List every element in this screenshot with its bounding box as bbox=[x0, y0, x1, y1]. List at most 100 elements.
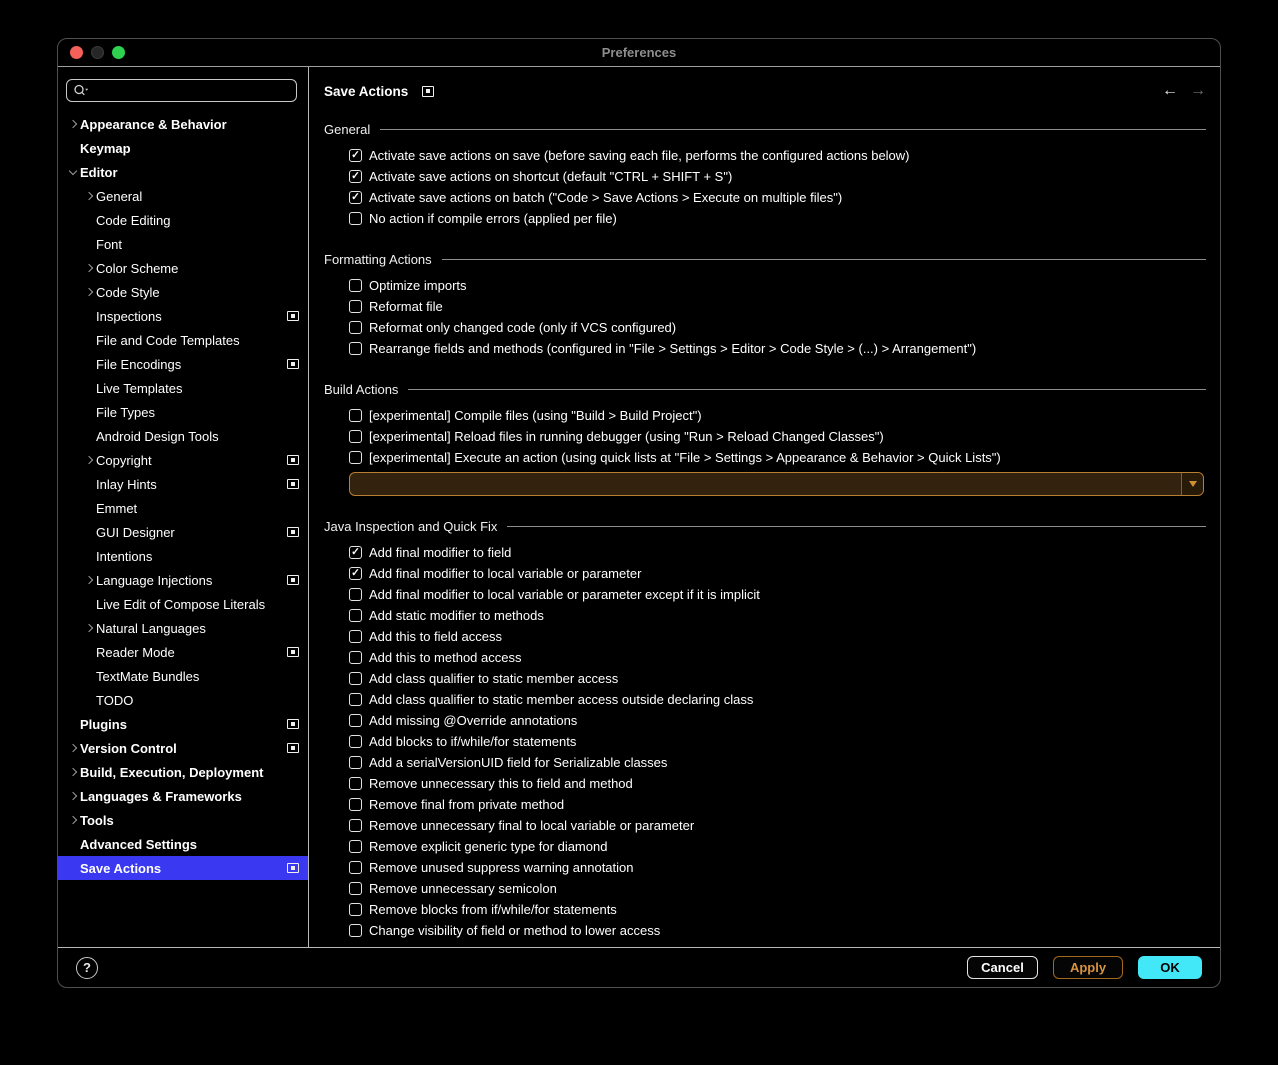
unchecked-checkbox[interactable] bbox=[349, 924, 362, 937]
sidebar-item-reader-mode[interactable]: Reader Mode bbox=[58, 640, 308, 664]
checkbox-label[interactable]: [experimental] Execute an action (using … bbox=[369, 450, 1001, 465]
unchecked-checkbox[interactable] bbox=[349, 451, 362, 464]
checked-checkbox[interactable] bbox=[349, 567, 362, 580]
zoom-window-button[interactable] bbox=[112, 46, 125, 59]
checked-checkbox[interactable] bbox=[349, 191, 362, 204]
chevron-right-icon[interactable] bbox=[85, 192, 93, 200]
unchecked-checkbox[interactable] bbox=[349, 714, 362, 727]
sidebar-item-keymap[interactable]: Keymap bbox=[58, 136, 308, 160]
sidebar-item-textmate-bundles[interactable]: TextMate Bundles bbox=[58, 664, 308, 688]
checkbox-label[interactable]: Activate save actions on batch ("Code > … bbox=[369, 190, 842, 205]
checkbox-label[interactable]: Add class qualifier to static member acc… bbox=[369, 671, 618, 686]
chevron-right-icon[interactable] bbox=[69, 792, 77, 800]
unchecked-checkbox[interactable] bbox=[349, 651, 362, 664]
sidebar-item-languages-frameworks[interactable]: Languages & Frameworks bbox=[58, 784, 308, 808]
cancel-button[interactable]: Cancel bbox=[967, 956, 1038, 979]
sidebar-item-inlay-hints[interactable]: Inlay Hints bbox=[58, 472, 308, 496]
sidebar-item-appearance-behavior[interactable]: Appearance & Behavior bbox=[58, 112, 308, 136]
sidebar-item-language-injections[interactable]: Language Injections bbox=[58, 568, 308, 592]
dropdown-arrow-button[interactable] bbox=[1181, 473, 1203, 495]
sidebar-item-tools[interactable]: Tools bbox=[58, 808, 308, 832]
checkbox-label[interactable]: Activate save actions on shortcut (defau… bbox=[369, 169, 732, 184]
chevron-right-icon[interactable] bbox=[85, 288, 93, 296]
sidebar-item-code-style[interactable]: Code Style bbox=[58, 280, 308, 304]
sidebar-item-editor[interactable]: Editor bbox=[58, 160, 308, 184]
sidebar-item-natural-languages[interactable]: Natural Languages bbox=[58, 616, 308, 640]
chevron-right-icon[interactable] bbox=[85, 264, 93, 272]
unchecked-checkbox[interactable] bbox=[349, 321, 362, 334]
checkbox-label[interactable]: Change visibility of field or method to … bbox=[369, 923, 660, 938]
sidebar-item-save-actions[interactable]: Save Actions bbox=[58, 856, 308, 880]
sidebar-item-general[interactable]: General bbox=[58, 184, 308, 208]
checkbox-label[interactable]: Remove unnecessary this to field and met… bbox=[369, 776, 633, 791]
sidebar-item-todo[interactable]: TODO bbox=[58, 688, 308, 712]
checkbox-label[interactable]: Activate save actions on save (before sa… bbox=[369, 148, 910, 163]
checkbox-label[interactable]: Add blocks to if/while/for statements bbox=[369, 734, 576, 749]
chevron-right-icon[interactable] bbox=[69, 816, 77, 824]
checkbox-label[interactable]: Add a serialVersionUID field for Seriali… bbox=[369, 755, 667, 770]
checkbox-label[interactable]: Add missing @Override annotations bbox=[369, 713, 577, 728]
unchecked-checkbox[interactable] bbox=[349, 777, 362, 790]
sidebar-item-emmet[interactable]: Emmet bbox=[58, 496, 308, 520]
close-window-button[interactable] bbox=[70, 46, 83, 59]
checkbox-label[interactable]: Remove unnecessary final to local variab… bbox=[369, 818, 694, 833]
chevron-right-icon[interactable] bbox=[69, 120, 77, 128]
minimize-window-button[interactable] bbox=[91, 46, 104, 59]
sidebar-item-plugins[interactable]: Plugins bbox=[58, 712, 308, 736]
chevron-right-icon[interactable] bbox=[85, 456, 93, 464]
chevron-right-icon[interactable] bbox=[69, 744, 77, 752]
checkbox-label[interactable]: No action if compile errors (applied per… bbox=[369, 211, 617, 226]
unchecked-checkbox[interactable] bbox=[349, 430, 362, 443]
checkbox-label[interactable]: [experimental] Compile files (using "Bui… bbox=[369, 408, 702, 423]
checkbox-label[interactable]: Remove blocks from if/while/for statemen… bbox=[369, 902, 617, 917]
ok-button[interactable]: OK bbox=[1138, 956, 1202, 979]
sidebar-item-file-types[interactable]: File Types bbox=[58, 400, 308, 424]
unchecked-checkbox[interactable] bbox=[349, 212, 362, 225]
sidebar-item-live-templates[interactable]: Live Templates bbox=[58, 376, 308, 400]
unchecked-checkbox[interactable] bbox=[349, 300, 362, 313]
checkbox-label[interactable]: Add this to field access bbox=[369, 629, 502, 644]
search-box[interactable] bbox=[66, 79, 297, 102]
sidebar-item-version-control[interactable]: Version Control bbox=[58, 736, 308, 760]
checkbox-label[interactable]: Remove final from private method bbox=[369, 797, 564, 812]
checkbox-label[interactable]: Remove explicit generic type for diamond bbox=[369, 839, 607, 854]
chevron-right-icon[interactable] bbox=[69, 768, 77, 776]
checked-checkbox[interactable] bbox=[349, 546, 362, 559]
apply-button[interactable]: Apply bbox=[1053, 956, 1123, 979]
unchecked-checkbox[interactable] bbox=[349, 756, 362, 769]
checkbox-label[interactable]: Add this to method access bbox=[369, 650, 521, 665]
checkbox-label[interactable]: Reformat file bbox=[369, 299, 443, 314]
unchecked-checkbox[interactable] bbox=[349, 882, 362, 895]
unchecked-checkbox[interactable] bbox=[349, 588, 362, 601]
sidebar-item-android-design-tools[interactable]: Android Design Tools bbox=[58, 424, 308, 448]
checkbox-label[interactable]: Remove unused suppress warning annotatio… bbox=[369, 860, 634, 875]
checkbox-label[interactable]: Add final modifier to local variable or … bbox=[369, 566, 641, 581]
unchecked-checkbox[interactable] bbox=[349, 840, 362, 853]
unchecked-checkbox[interactable] bbox=[349, 798, 362, 811]
search-input[interactable] bbox=[93, 84, 290, 98]
sidebar-item-build-execution-deployment[interactable]: Build, Execution, Deployment bbox=[58, 760, 308, 784]
unchecked-checkbox[interactable] bbox=[349, 342, 362, 355]
checkbox-label[interactable]: Add class qualifier to static member acc… bbox=[369, 692, 753, 707]
unchecked-checkbox[interactable] bbox=[349, 609, 362, 622]
checked-checkbox[interactable] bbox=[349, 170, 362, 183]
sidebar-item-file-encodings[interactable]: File Encodings bbox=[58, 352, 308, 376]
checkbox-label[interactable]: Remove unnecessary semicolon bbox=[369, 881, 557, 896]
unchecked-checkbox[interactable] bbox=[349, 693, 362, 706]
sidebar-item-file-and-code-templates[interactable]: File and Code Templates bbox=[58, 328, 308, 352]
checked-checkbox[interactable] bbox=[349, 149, 362, 162]
checkbox-label[interactable]: Reformat only changed code (only if VCS … bbox=[369, 320, 676, 335]
checkbox-label[interactable]: Add static modifier to methods bbox=[369, 608, 544, 623]
sidebar-item-copyright[interactable]: Copyright bbox=[58, 448, 308, 472]
checkbox-label[interactable]: Add final modifier to field bbox=[369, 545, 511, 560]
help-button[interactable]: ? bbox=[76, 957, 98, 979]
sidebar-item-code-editing[interactable]: Code Editing bbox=[58, 208, 308, 232]
back-arrow-icon[interactable]: ← bbox=[1162, 82, 1178, 100]
sidebar-item-gui-designer[interactable]: GUI Designer bbox=[58, 520, 308, 544]
checkbox-label[interactable]: Rearrange fields and methods (configured… bbox=[369, 341, 976, 356]
sidebar-item-intentions[interactable]: Intentions bbox=[58, 544, 308, 568]
sidebar-item-live-edit-of-compose-literals[interactable]: Live Edit of Compose Literals bbox=[58, 592, 308, 616]
chevron-right-icon[interactable] bbox=[85, 576, 93, 584]
sidebar-item-advanced-settings[interactable]: Advanced Settings bbox=[58, 832, 308, 856]
unchecked-checkbox[interactable] bbox=[349, 903, 362, 916]
